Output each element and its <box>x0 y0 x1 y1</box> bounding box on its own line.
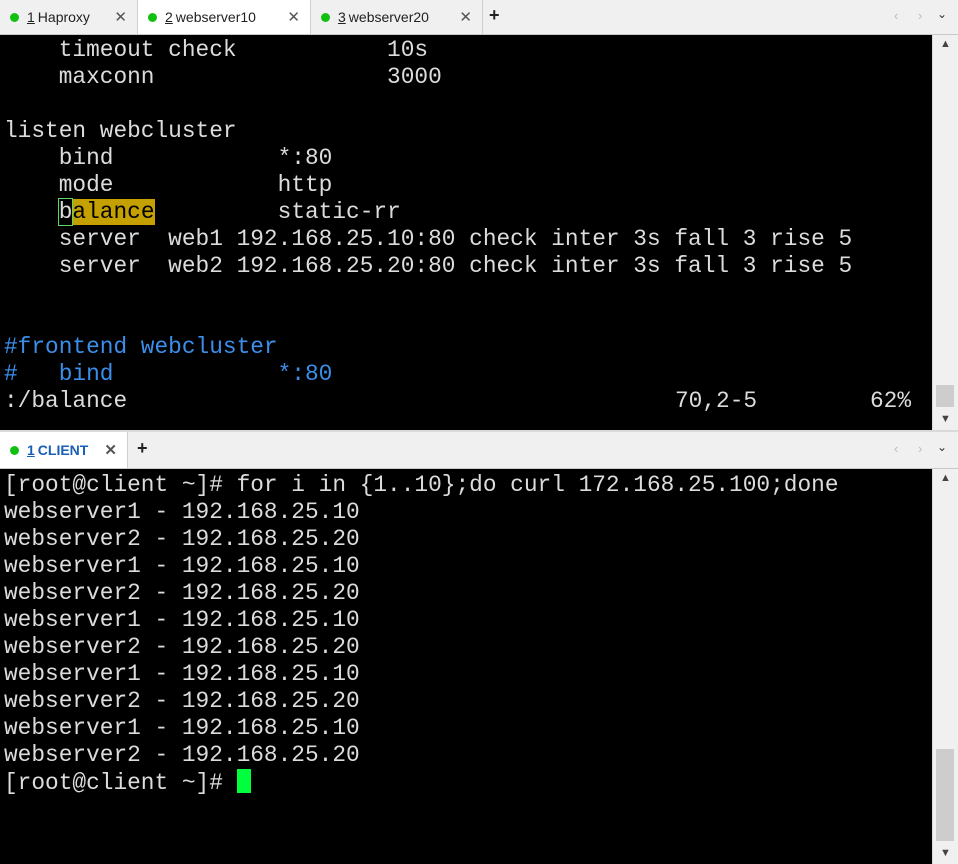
config-line: server web1 192.168.25.10:80 check inter… <box>4 226 853 252</box>
terminal-haproxy[interactable]: timeout check 10s maxconn 3000 listen we… <box>0 35 933 430</box>
tab-label: webserver20 <box>348 9 429 25</box>
output-line: webserver1 - 192.168.25.10 <box>4 661 360 687</box>
config-line: listen webcluster <box>4 118 237 144</box>
terminal-client[interactable]: [root@client ~]# for i in {1..10};do cur… <box>0 469 933 864</box>
scroll-down-icon[interactable]: ▼ <box>940 413 951 425</box>
tab-number: 3 <box>338 9 346 25</box>
config-line: bind *:80 <box>4 145 333 171</box>
config-line: mode http <box>4 172 333 198</box>
close-icon[interactable]: ✕ <box>104 441 117 459</box>
config-line: server web2 192.168.25.20:80 check inter… <box>4 253 853 279</box>
tab-webserver10[interactable]: 2 webserver10 ✕ <box>138 0 311 34</box>
connected-status-icon <box>10 12 19 22</box>
tab-label: CLIENT <box>37 442 89 458</box>
tab-label: webserver10 <box>175 9 256 25</box>
terminal-cursor <box>236 769 251 793</box>
config-value: static-rr <box>154 199 401 225</box>
comment-line: #frontend webcluster <box>4 334 278 360</box>
output-line: webserver2 - 192.168.25.20 <box>4 526 360 552</box>
close-icon[interactable]: ✕ <box>287 8 300 26</box>
output-line: webserver2 - 192.168.25.20 <box>4 688 360 714</box>
output-line: webserver1 - 192.168.25.10 <box>4 553 360 579</box>
shell-command-line: [root@client ~]# for i in {1..10};do cur… <box>4 472 839 498</box>
tab-number: 1 <box>27 9 35 25</box>
scroll-down-icon[interactable]: ▼ <box>940 847 951 859</box>
output-line: webserver1 - 192.168.25.10 <box>4 499 360 525</box>
add-tab-icon[interactable]: + <box>137 438 148 459</box>
tab-webserver20[interactable]: 3 webserver20 ✕ <box>311 0 483 34</box>
top-scrollbar[interactable]: ▲ ▼ <box>932 35 958 430</box>
scroll-thumb[interactable] <box>936 385 954 407</box>
output-line: webserver1 - 192.168.25.10 <box>4 715 360 741</box>
connected-status-icon <box>10 445 19 455</box>
close-icon[interactable]: ✕ <box>459 8 472 26</box>
comment-line: # bind *:80 <box>4 361 333 387</box>
vim-scroll-percent: 62% <box>870 388 912 414</box>
scroll-up-icon[interactable]: ▲ <box>940 472 951 484</box>
tab-haproxy[interactable]: 1 Haproxy ✕ <box>0 0 138 34</box>
chevron-down-icon[interactable]: ⌄ <box>937 7 947 21</box>
tab-label: Haproxy <box>37 9 90 25</box>
config-line: timeout check 10s <box>4 37 429 63</box>
output-line: webserver2 - 192.168.25.20 <box>4 634 360 660</box>
close-icon[interactable]: ✕ <box>114 8 127 26</box>
search-highlight: alance <box>72 199 155 225</box>
top-tab-bar: 1 Haproxy ✕ 2 webserver10 ✕ 3 webserver2… <box>0 0 958 35</box>
tab-number: 2 <box>165 9 173 25</box>
bottom-tab-bar: 1 CLIENT ✕ + ‹ › ⌄ <box>0 432 958 469</box>
chevron-down-icon[interactable]: ⌄ <box>937 440 947 454</box>
output-line: webserver2 - 192.168.25.20 <box>4 580 360 606</box>
tab-scroll-arrows-icon[interactable]: ‹ › <box>894 441 930 456</box>
connected-status-icon <box>321 12 330 22</box>
editor-cursor: b <box>57 198 74 226</box>
add-tab-icon[interactable]: + <box>489 5 500 26</box>
config-line-balance: balance static-rr <box>4 198 401 226</box>
shell-prompt-line[interactable]: [root@client ~]# <box>4 769 251 796</box>
tab-scroll-arrows-icon[interactable]: ‹ › <box>894 8 930 23</box>
tab-client[interactable]: 1 CLIENT ✕ <box>0 432 128 468</box>
bottom-scrollbar[interactable]: ▲ ▼ <box>932 469 958 864</box>
connected-status-icon <box>148 12 157 22</box>
config-line: maxconn 3000 <box>4 64 442 90</box>
vim-cursor-position: 70,2-5 <box>675 388 758 414</box>
shell-prompt: [root@client ~]# <box>4 770 237 796</box>
output-line: webserver1 - 192.168.25.10 <box>4 607 360 633</box>
output-line: webserver2 - 192.168.25.20 <box>4 742 360 768</box>
tab-number: 1 <box>27 442 35 458</box>
vim-command-line: :/balance <box>4 388 128 414</box>
scroll-up-icon[interactable]: ▲ <box>940 38 951 50</box>
scroll-thumb[interactable] <box>936 749 954 841</box>
